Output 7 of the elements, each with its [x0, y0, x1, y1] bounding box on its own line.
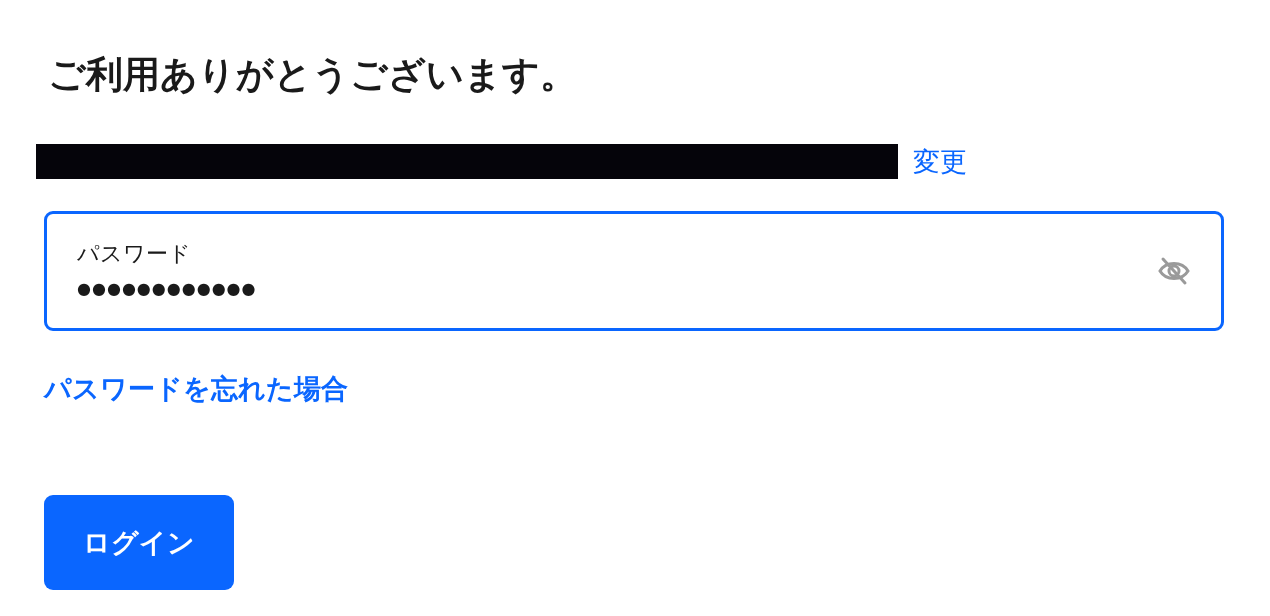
- password-value: ●●●●●●●●●●●●: [77, 278, 257, 300]
- field-label: パスワード: [77, 240, 192, 268]
- password-field[interactable]: パスワード ●●●●●●●●●●●●: [44, 211, 1224, 331]
- forgot-password-link[interactable]: パスワードを忘れた場合: [44, 371, 348, 407]
- page-heading: ご利用ありがとうございます。: [48, 52, 578, 98]
- login-button[interactable]: ログイン: [44, 495, 234, 590]
- change-link[interactable]: 変更: [913, 144, 967, 179]
